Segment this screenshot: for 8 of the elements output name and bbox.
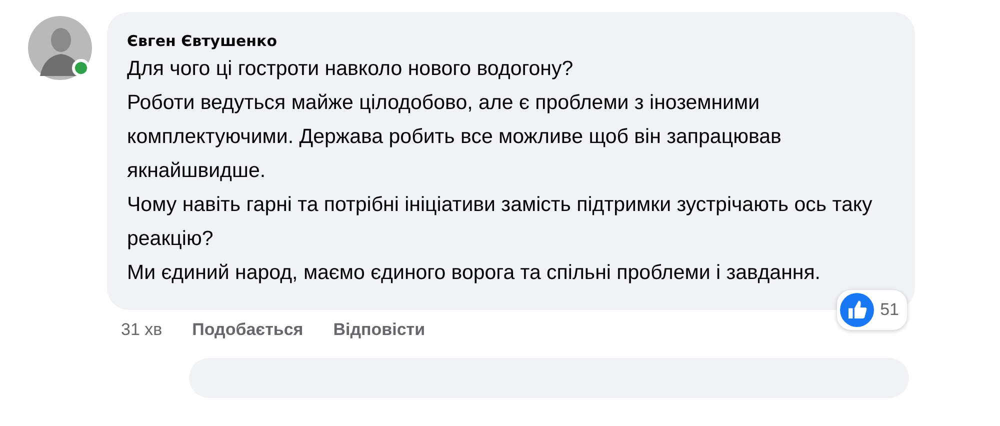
action-link[interactable]: Відповісти [333, 320, 426, 340]
reaction-count[interactable]: 51 [837, 290, 907, 330]
author-name[interactable]: Євген Євтушенко [127, 32, 875, 50]
timestamp: 31 хв [121, 320, 162, 340]
like-icon [840, 293, 874, 327]
avatar[interactable] [28, 16, 92, 80]
comment-text: Для чого ці гостроти навколо нового водогону? Роботи ведуться майже цілодобово, але є проблеми з іноземними комплектуючими. Держава робить все можливе щоб він запрацював якнайшвидше. Чому навіть гарні та потрібні ініціативи замість підтримки зустрічають ось таку реакцію? Ми єдиний народ, маємо єдиного ворога та спільні проблеми і завдання. [127, 56, 874, 286]
action-link[interactable]: Подобається [192, 320, 304, 340]
